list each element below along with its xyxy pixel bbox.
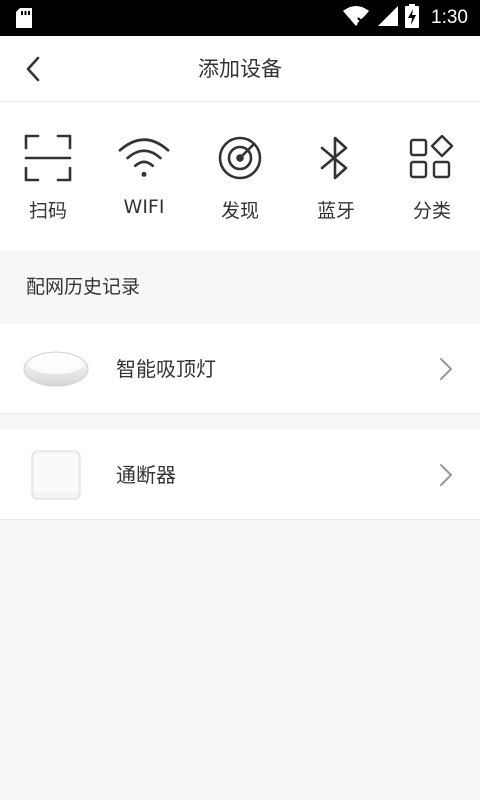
- sd-card-icon: [16, 8, 32, 32]
- bluetooth-icon: [320, 136, 348, 180]
- wifi-off-status-icon: [341, 5, 371, 31]
- chevron-left-icon: [26, 56, 40, 82]
- mode-discover-button[interactable]: 发现: [192, 102, 288, 250]
- mode-label: 蓝牙: [316, 200, 355, 222]
- pairing-mode-bar: 扫码 WIFI 发现 蓝牙 分类: [0, 102, 480, 250]
- status-bar: 1:30: [0, 0, 480, 36]
- mode-wifi-button[interactable]: WIFI: [96, 102, 192, 250]
- ceiling-light-thumbnail: [22, 344, 90, 394]
- device-row-ceiling-light[interactable]: 智能吸顶灯: [0, 324, 480, 414]
- mode-label: 发现: [220, 200, 259, 222]
- mode-category-button[interactable]: 分类: [384, 102, 480, 250]
- back-button[interactable]: [18, 54, 48, 84]
- switch-thumbnail: [22, 450, 90, 500]
- mode-bluetooth-button[interactable]: 蓝牙: [288, 102, 384, 250]
- battery-charging-icon: [405, 4, 420, 32]
- device-name: 通断器: [116, 463, 176, 487]
- status-time: 1:30: [431, 7, 468, 28]
- signal-icon: [377, 5, 399, 31]
- chevron-right-icon: [440, 358, 452, 380]
- device-name: 智能吸顶灯: [116, 357, 216, 381]
- wifi-icon: [118, 138, 170, 177]
- history-section-title: 配网历史记录: [26, 276, 141, 298]
- mode-label: WIFI: [123, 196, 165, 218]
- device-row-switch[interactable]: 通断器: [0, 430, 480, 520]
- app-header: 添加设备: [0, 36, 480, 102]
- scan-icon: [24, 134, 72, 182]
- mode-label: 分类: [412, 200, 451, 222]
- radar-icon: [218, 136, 262, 180]
- mode-scan-button[interactable]: 扫码: [0, 102, 96, 250]
- mode-label: 扫码: [28, 200, 67, 222]
- page-title: 添加设备: [198, 57, 282, 81]
- chevron-right-icon: [440, 464, 452, 486]
- category-icon: [409, 135, 454, 179]
